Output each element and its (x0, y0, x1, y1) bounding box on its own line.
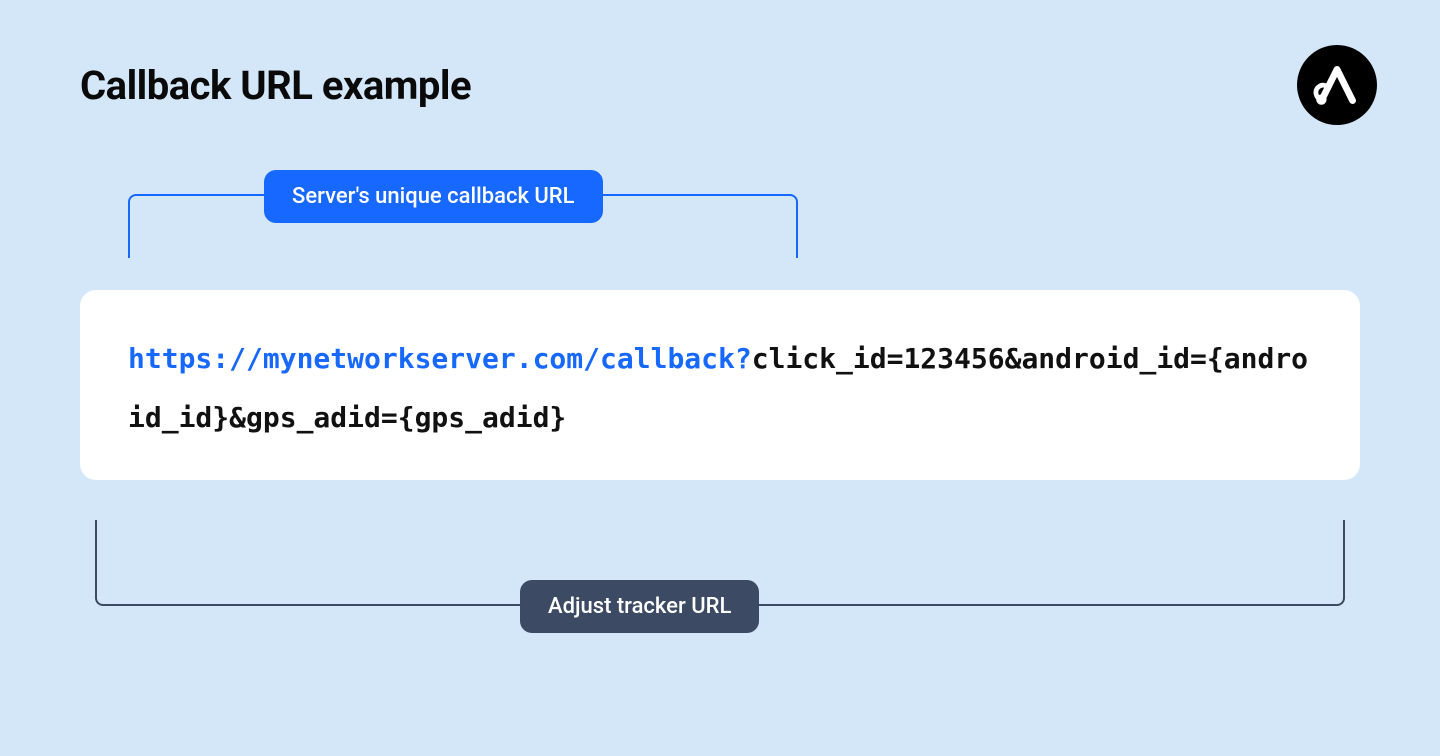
page-title: Callback URL example (80, 62, 471, 109)
label-tracker-url: Adjust tracker URL (520, 580, 759, 633)
label-server-callback: Server's unique callback URL (264, 170, 603, 223)
url-base-part: https://mynetworkserver.com/callback? (128, 342, 752, 375)
adjust-logo-icon (1297, 45, 1377, 125)
url-example-card: https://mynetworkserver.com/callback?cli… (80, 290, 1360, 480)
